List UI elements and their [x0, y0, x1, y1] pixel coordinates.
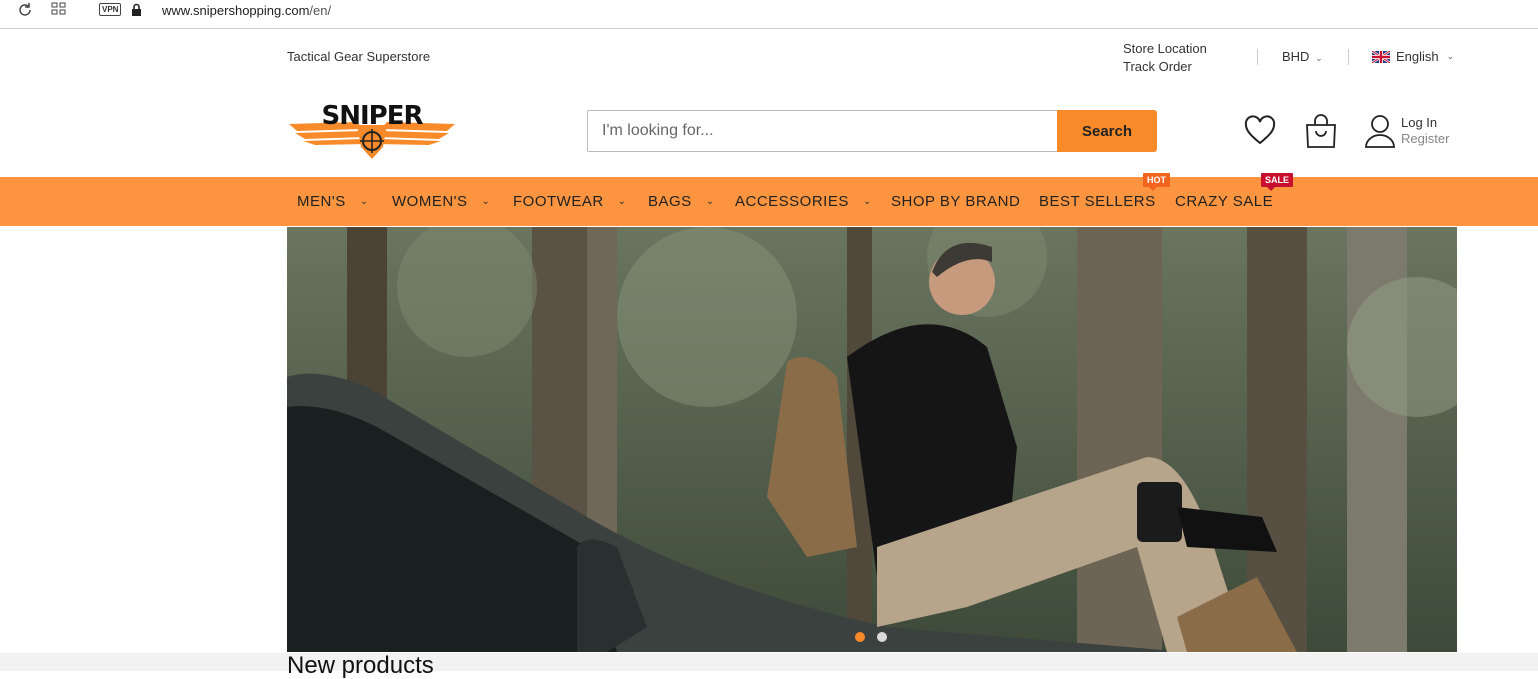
page-section-bg [0, 653, 1538, 671]
top-links: Store Location Track Order [1123, 40, 1207, 76]
slider-dots [287, 632, 1457, 644]
main-nav: MEN'S ⌄ WOMEN'S ⌄ FOOTWEAR ⌄ BAGS ⌄ ACCE… [0, 173, 1538, 226]
nav-item-bags[interactable]: BAGS ⌄ [648, 177, 715, 226]
url-host: www.snipershopping.com [162, 3, 310, 18]
url-path: /en/ [309, 3, 332, 18]
lock-icon [132, 3, 141, 16]
hot-badge: HOT [1143, 173, 1170, 191]
nav-label: BEST SELLERS [1039, 193, 1156, 210]
nav-item-best-sellers[interactable]: BEST SELLERS [1039, 177, 1156, 226]
vpn-badge[interactable]: VPN [99, 3, 122, 16]
currency-selector[interactable]: BHD ⌄ [1282, 49, 1323, 64]
register-link[interactable]: Register [1401, 131, 1449, 147]
chevron-down-icon: ⌄ [359, 196, 369, 207]
slider-dot-active[interactable] [855, 632, 865, 642]
nav-item-mens[interactable]: MEN'S ⌄ [297, 177, 369, 226]
browser-toolbar: VPN www.snipershopping.com/en/ [0, 0, 1538, 29]
login-link[interactable]: Log In [1401, 115, 1449, 131]
tabs-grid-icon[interactable] [51, 1, 67, 21]
search-button[interactable]: Search [1057, 110, 1157, 152]
search-input[interactable] [587, 110, 1057, 152]
chevron-down-icon: ⌄ [481, 196, 491, 207]
nav-item-womens[interactable]: WOMEN'S ⌄ [392, 177, 490, 226]
chevron-down-icon: ⌄ [705, 196, 715, 207]
site-logo[interactable]: SNIPER [287, 99, 457, 161]
divider [1257, 49, 1258, 65]
hero-image [287, 227, 1457, 652]
chevron-down-icon: ⌄ [1446, 51, 1455, 61]
hero-banner[interactable] [287, 227, 1457, 652]
nav-label: MEN'S [297, 193, 346, 210]
currency-label: BHD [1282, 49, 1310, 64]
sniper-logo-icon: SNIPER [289, 101, 455, 159]
sale-badge: SALE [1261, 173, 1294, 191]
uk-flag-icon [1372, 50, 1390, 63]
nav-item-shop-by-brand[interactable]: SHOP BY BRAND [891, 177, 1020, 226]
logo-text: SNIPER [322, 101, 424, 131]
new-products-title: New products [287, 652, 434, 679]
search-bar: Search [587, 110, 1157, 152]
track-order-link[interactable]: Track Order [1123, 58, 1207, 76]
nav-label: FOOTWEAR [513, 193, 604, 210]
language-selector[interactable]: English ⌄ [1372, 49, 1454, 64]
nav-label: ACCESSORIES [735, 193, 849, 210]
chevron-down-icon: ⌄ [862, 196, 872, 207]
nav-label: SHOP BY BRAND [891, 193, 1021, 210]
nav-label: BAGS [648, 193, 692, 210]
nav-item-crazy-sale[interactable]: CRAZY SALE [1175, 177, 1273, 226]
chevron-down-icon: ⌄ [1315, 53, 1323, 63]
nav-item-footwear[interactable]: FOOTWEAR ⌄ [513, 177, 627, 226]
slider-dot[interactable] [877, 632, 887, 642]
store-location-link[interactable]: Store Location [1123, 40, 1207, 58]
language-label: English [1396, 49, 1439, 64]
tagline: Tactical Gear Superstore [287, 49, 431, 64]
chevron-down-icon: ⌄ [617, 196, 627, 207]
shopping-bag-icon[interactable] [1304, 113, 1338, 149]
user-icon[interactable] [1364, 113, 1396, 149]
account-links: Log In Register [1401, 115, 1449, 147]
address-bar[interactable]: www.snipershopping.com/en/ [162, 3, 331, 18]
nav-item-accessories[interactable]: ACCESSORIES ⌄ [735, 177, 872, 226]
nav-label: CRAZY SALE [1175, 193, 1274, 210]
nav-label: WOMEN'S [392, 193, 468, 210]
heart-icon[interactable] [1244, 115, 1276, 147]
divider [1348, 49, 1349, 65]
reload-icon[interactable] [17, 2, 33, 22]
